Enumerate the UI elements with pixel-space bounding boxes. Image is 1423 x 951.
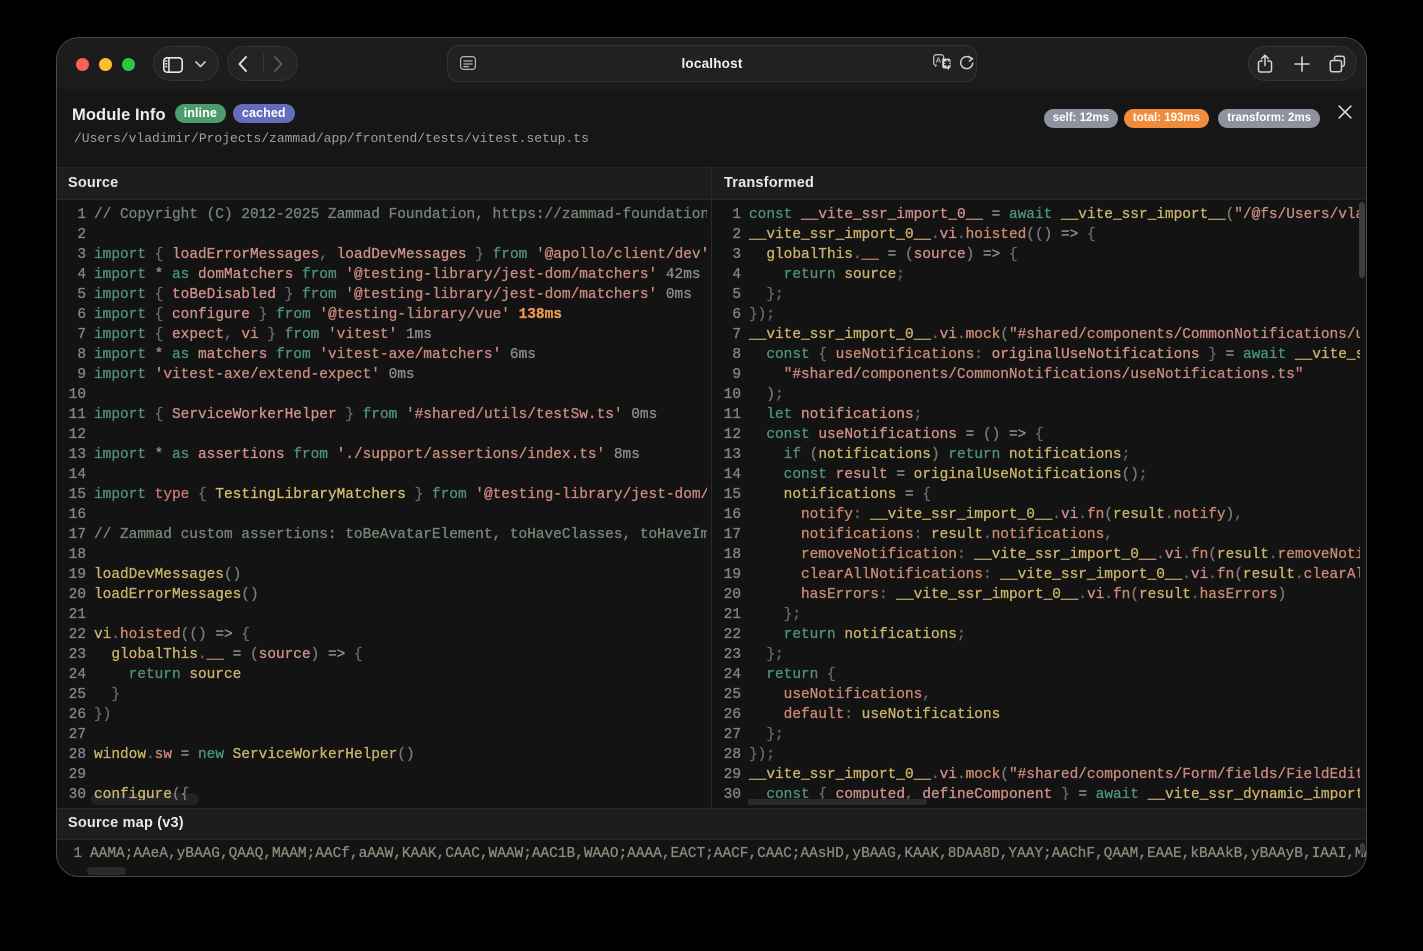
svg-text:A: A	[936, 55, 942, 64]
svg-text:✱: ✱	[944, 58, 952, 68]
